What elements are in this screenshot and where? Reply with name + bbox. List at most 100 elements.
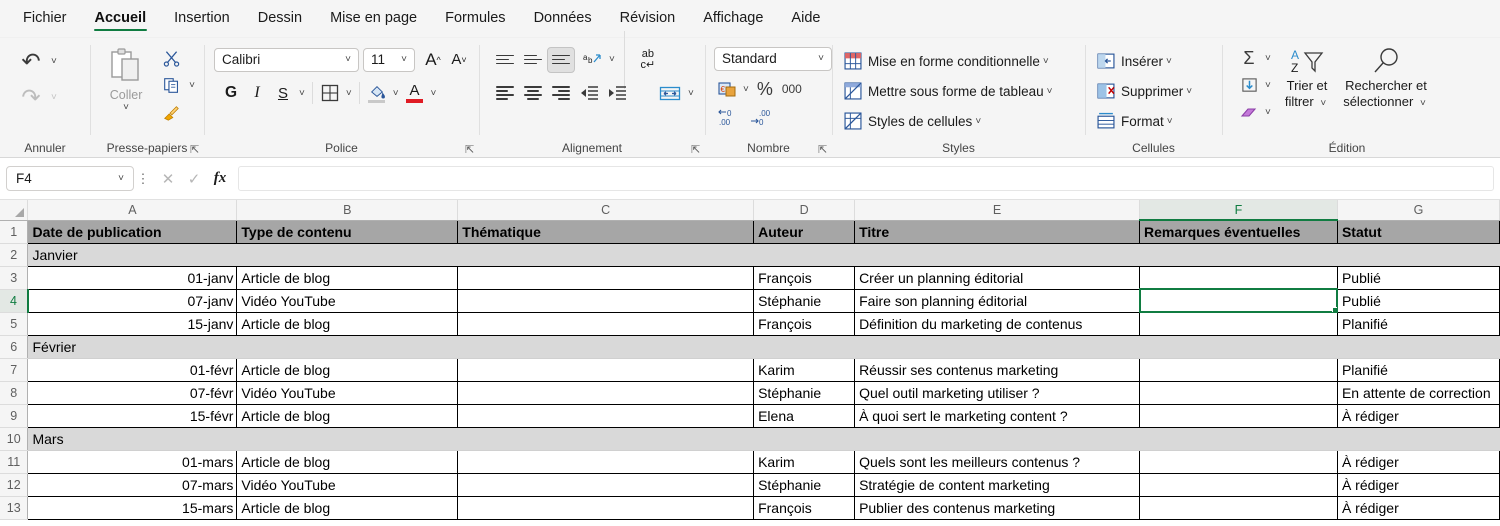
paste-button[interactable]: Coller ˅: [96, 43, 156, 113]
orientation-chevron-down-icon[interactable]: ˅: [606, 54, 618, 65]
cell-D2[interactable]: [753, 242, 856, 267]
cell-B13[interactable]: Article de blog: [236, 495, 459, 520]
cell-C7[interactable]: [457, 357, 755, 382]
clear-button[interactable]: [1236, 101, 1262, 125]
clipboard-dialog-launcher[interactable]: ⇱: [190, 144, 202, 156]
cell-B10[interactable]: [236, 426, 459, 451]
cell-C5[interactable]: [457, 311, 755, 336]
align-right-button[interactable]: [547, 80, 575, 106]
font-size-chevron-down-icon[interactable]: ˅: [398, 54, 410, 65]
find-select-chevron-down-icon[interactable]: ˅: [1417, 98, 1429, 109]
italic-button[interactable]: I: [244, 80, 270, 106]
cell-D8[interactable]: Stéphanie: [753, 380, 856, 405]
cell-D7[interactable]: Karim: [753, 357, 856, 382]
merge-cells-button[interactable]: [655, 80, 685, 106]
cell-G12[interactable]: À rédiger: [1336, 472, 1500, 497]
fill-color-button[interactable]: [364, 79, 390, 107]
number-format-chevron-down-icon[interactable]: ˅: [815, 53, 827, 64]
cell-D6[interactable]: [753, 334, 856, 359]
increase-indent-button[interactable]: [603, 80, 631, 106]
cell-G2[interactable]: [1337, 242, 1500, 267]
cell-A6[interactable]: Février: [27, 334, 238, 359]
ribbon-tab-donn-es[interactable]: Données: [521, 4, 605, 33]
paste-dropdown-chevron-icon[interactable]: ˅: [120, 102, 132, 113]
cell-A4[interactable]: 07-janv: [27, 288, 238, 313]
borders-button[interactable]: [317, 80, 343, 106]
thousands-separator-button[interactable]: 000: [778, 77, 806, 101]
insert-function-button[interactable]: fx: [208, 167, 232, 191]
cell-F5[interactable]: [1139, 311, 1338, 336]
cancel-entry-button[interactable]: ✕: [156, 167, 180, 191]
styles-item-3[interactable]: Styles de cellules ˅: [844, 106, 988, 136]
ribbon-tab-accueil[interactable]: Accueil: [82, 4, 160, 33]
column-header-A[interactable]: A: [27, 200, 238, 221]
redo-dropdown-chevron-icon[interactable]: ˅: [48, 92, 60, 103]
row-header-5[interactable]: 5: [0, 312, 29, 336]
ribbon-tab-fichier[interactable]: Fichier: [10, 4, 80, 33]
ribbon-tab-dessin[interactable]: Dessin: [245, 4, 315, 33]
column-header-E[interactable]: E: [854, 200, 1140, 221]
align-bottom-button[interactable]: [547, 46, 575, 73]
cell-C1[interactable]: Thématique: [457, 219, 755, 244]
ribbon-tab-formules[interactable]: Formules: [432, 4, 518, 33]
undo-dropdown-chevron-icon[interactable]: ˅: [48, 56, 60, 67]
cells-item-chevron-down-icon[interactable]: ˅: [1183, 86, 1195, 97]
cell-E13[interactable]: Publier des contenus marketing: [854, 495, 1140, 520]
cell-E10[interactable]: [854, 426, 1140, 451]
cells-item-1[interactable]: Insérer ˅: [1097, 46, 1175, 76]
cells-item-chevron-down-icon[interactable]: ˅: [1164, 116, 1176, 127]
wrap-text-button[interactable]: ab c↵: [633, 45, 663, 75]
copy-dropdown-chevron-icon[interactable]: ˅: [186, 80, 198, 91]
row-header-13[interactable]: 13: [0, 496, 29, 520]
cell-E7[interactable]: Réussir ses contenus marketing: [854, 357, 1140, 382]
cell-F2[interactable]: [1139, 242, 1338, 267]
cell-A1[interactable]: Date de publication: [27, 219, 238, 244]
column-header-D[interactable]: D: [753, 200, 856, 221]
font-dialog-launcher[interactable]: ⇱: [465, 144, 477, 156]
cell-C3[interactable]: [457, 265, 755, 290]
cell-B9[interactable]: Article de blog: [236, 403, 459, 428]
number-dialog-launcher[interactable]: ⇱: [818, 144, 830, 156]
cell-B8[interactable]: Vidéo YouTube: [236, 380, 459, 405]
cell-D12[interactable]: Stéphanie: [753, 472, 856, 497]
decrease-font-size-button[interactable]: A ˅: [446, 47, 472, 73]
cell-C11[interactable]: [457, 449, 755, 474]
undo-button[interactable]: ↶: [14, 46, 48, 76]
cell-F12[interactable]: [1139, 472, 1338, 497]
cell-G11[interactable]: À rédiger: [1336, 449, 1500, 474]
ribbon-tab-r-vision[interactable]: Révision: [607, 4, 689, 33]
cells-item-chevron-down-icon[interactable]: ˅: [1163, 56, 1175, 67]
cell-F4[interactable]: [1138, 288, 1339, 313]
cell-F11[interactable]: [1139, 449, 1338, 474]
sort-filter-chevron-down-icon[interactable]: ˅: [1317, 98, 1329, 109]
cell-D10[interactable]: [753, 426, 856, 451]
cell-F7[interactable]: [1139, 357, 1338, 382]
cell-A11[interactable]: 01-mars: [27, 449, 238, 474]
styles-item-chevron-down-icon[interactable]: ˅: [1040, 56, 1052, 67]
cell-C10[interactable]: [457, 426, 755, 451]
cell-D9[interactable]: Elena: [753, 403, 856, 428]
row-header-3[interactable]: 3: [0, 266, 29, 290]
cell-D5[interactable]: François: [753, 311, 856, 336]
row-header-1[interactable]: 1: [0, 220, 29, 244]
number-format-select[interactable]: Standard ˅: [714, 46, 832, 71]
styles-item-1[interactable]: Mise en forme conditionnelle ˅: [844, 46, 1056, 76]
format-painter-button[interactable]: [156, 99, 186, 126]
orientation-button[interactable]: a b: [578, 47, 606, 73]
cut-button[interactable]: [156, 45, 186, 72]
sort-filter-button[interactable]: A Z Trier et filtrer ˅: [1280, 43, 1334, 112]
font-color-chevron-down-icon[interactable]: ˅: [428, 88, 440, 99]
bold-button[interactable]: G: [218, 80, 244, 106]
cell-A5[interactable]: 15-janv: [27, 311, 238, 336]
increase-decimal-button[interactable]: 0 .00: [714, 105, 746, 129]
cell-A9[interactable]: 15-févr: [27, 403, 238, 428]
cell-F8[interactable]: [1139, 380, 1338, 405]
ribbon-tab-aide[interactable]: Aide: [778, 4, 833, 33]
percent-format-button[interactable]: %: [752, 77, 778, 101]
cell-G7[interactable]: Planifié: [1336, 357, 1500, 382]
font-color-button[interactable]: A: [402, 79, 428, 107]
borders-chevron-down-icon[interactable]: ˅: [343, 88, 355, 99]
fill-down-button[interactable]: [1236, 74, 1262, 98]
cell-D13[interactable]: François: [753, 495, 856, 520]
cell-G8[interactable]: En attente de correction: [1336, 380, 1500, 405]
